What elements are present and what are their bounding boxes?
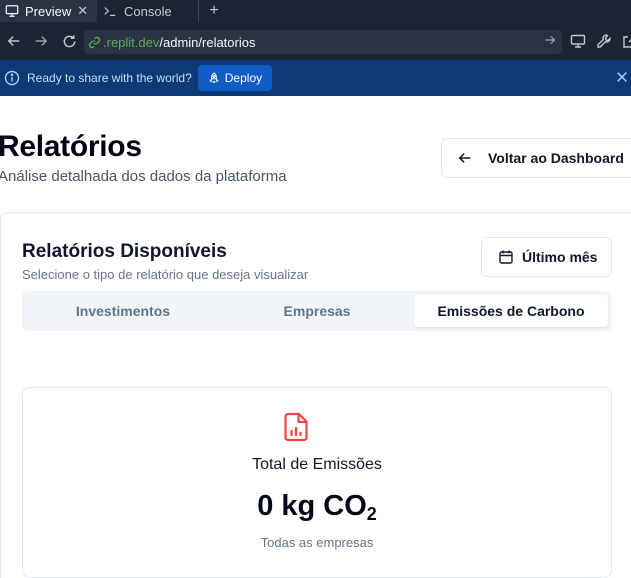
wrench-icon[interactable] (596, 33, 612, 54)
url-domain: .replit.dev (103, 34, 160, 50)
deploy-button[interactable]: Deploy (197, 65, 273, 91)
terminal-icon (102, 3, 118, 19)
link-icon (88, 36, 101, 49)
tab-investimentos[interactable]: Investimentos (26, 295, 220, 327)
tab-empresas[interactable]: Empresas (220, 295, 414, 327)
tab-label: Preview (25, 3, 72, 19)
stat-title: Total de Emissões (252, 456, 382, 473)
new-tab-plus-icon[interactable]: + (199, 0, 229, 22)
close-icon[interactable]: ✕ (77, 3, 88, 19)
banner-message: Ready to share with the world? (27, 71, 192, 85)
stat-value-subscript: 2 (366, 504, 377, 524)
back-arrow-icon[interactable] (0, 27, 28, 55)
stat-value: 0 kg CO2 (0, 490, 631, 525)
date-range-label: Último mês (522, 249, 598, 265)
stat-value-main: 0 kg CO (257, 490, 367, 522)
tab-console[interactable]: Console (97, 0, 199, 22)
deploy-banner: Ready to share with the world? Deploy (0, 60, 631, 96)
page-subtitle: Análise detalhada dos dados da plataform… (0, 168, 287, 185)
report-tabs: Investimentos Empresas Emissões de Carbo… (22, 291, 612, 331)
tab-emissoes-de-carbono[interactable]: Emissões de Carbono (414, 295, 608, 327)
back-label: Voltar ao Dashboard (488, 150, 624, 166)
go-arrow-icon[interactable] (544, 34, 556, 49)
back-to-dashboard-button[interactable]: Voltar ao Dashboard (441, 138, 631, 178)
devices-icon[interactable] (570, 33, 586, 54)
page-title: Relatórios (0, 130, 142, 163)
calendar-icon (498, 249, 514, 265)
external-link-icon[interactable] (622, 33, 631, 54)
forward-arrow-icon[interactable] (27, 27, 55, 55)
reports-subtitle: Selecione o tipo de relatório que deseja… (22, 267, 309, 282)
date-range-button[interactable]: Último mês (481, 237, 612, 277)
reload-icon[interactable] (55, 27, 83, 55)
url-path: /admin/relatorios (159, 34, 256, 50)
rocket-icon (208, 72, 220, 84)
browser-tab-bar: Preview ✕ Console + (0, 0, 631, 22)
address-bar: .replit.dev/admin/relatorios (0, 22, 631, 60)
stat-note: Todas as empresas (260, 535, 374, 550)
info-icon (4, 70, 20, 86)
tab-preview[interactable]: Preview ✕ (0, 0, 97, 22)
url-input[interactable]: .replit.dev/admin/relatorios (84, 30, 562, 54)
file-chart-icon (283, 412, 309, 442)
monitor-icon (5, 3, 19, 19)
deploy-label: Deploy (224, 71, 263, 85)
close-icon[interactable] (615, 70, 629, 89)
tab-label: Console (124, 3, 172, 19)
arrow-left-icon (458, 151, 472, 165)
reports-title: Relatórios Disponíveis (22, 241, 227, 262)
